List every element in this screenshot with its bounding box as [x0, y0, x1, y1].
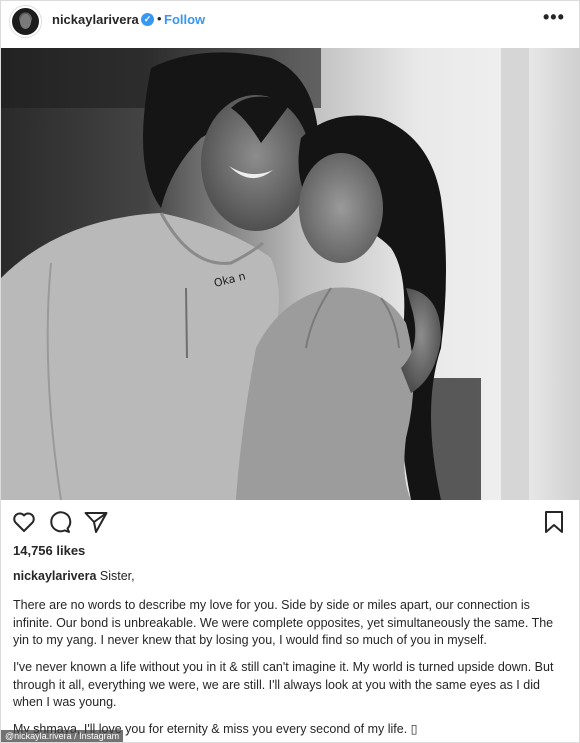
- caption-paragraph-2: I've never known a life without you in i…: [13, 660, 554, 709]
- caption-lead: nickaylarivera Sister,: [13, 568, 569, 585]
- more-options-icon[interactable]: •••: [543, 7, 565, 28]
- share-icon[interactable]: [83, 509, 109, 535]
- instagram-post: nickaylarivera ✓ • Follow ••• Oka n 14,7…: [0, 0, 580, 743]
- heart-icon[interactable]: [11, 509, 37, 535]
- avatar[interactable]: [10, 6, 41, 37]
- caption-username[interactable]: nickaylarivera: [13, 569, 96, 583]
- photo-illustration: Oka n: [1, 48, 580, 500]
- header-separator: •: [157, 11, 162, 26]
- post-photo[interactable]: Oka n: [1, 48, 580, 500]
- caption-lead-text: Sister,: [99, 569, 135, 583]
- action-bar: [1, 509, 580, 539]
- bookmark-icon[interactable]: [541, 509, 567, 535]
- post-header: nickaylarivera ✓ • Follow •••: [1, 1, 580, 41]
- verified-badge-icon: ✓: [141, 13, 154, 26]
- like-count[interactable]: 14,756 likes: [13, 543, 85, 558]
- comment-icon[interactable]: [47, 509, 73, 535]
- caption-paragraph-1: There are no words to describe my love f…: [13, 598, 554, 647]
- follow-button[interactable]: Follow: [164, 12, 205, 27]
- watermark: @nickayla.rivera / Instagram: [1, 730, 124, 742]
- username[interactable]: nickaylarivera: [52, 12, 139, 27]
